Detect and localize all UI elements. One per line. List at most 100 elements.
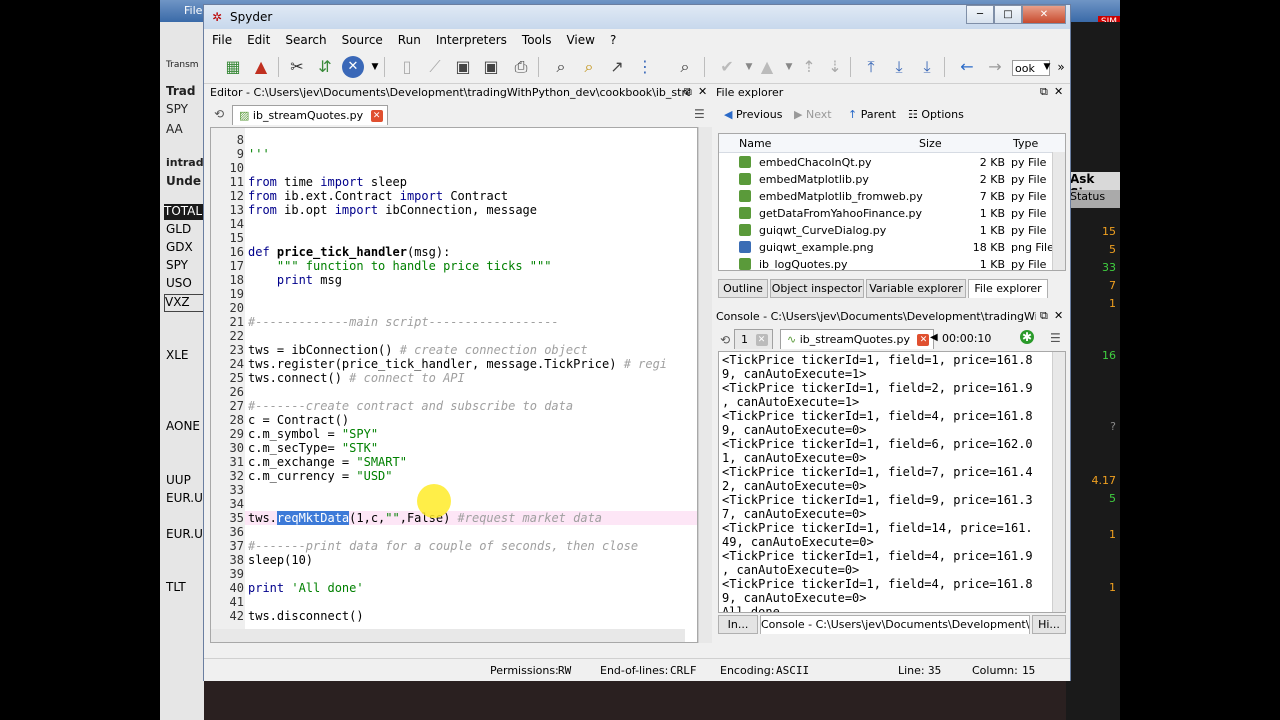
close-pane-icon[interactable]: ✕	[698, 85, 707, 98]
options-button[interactable]: ☷ Options	[908, 108, 964, 121]
console-tab-1[interactable]: 1 ✕	[734, 329, 773, 349]
next-warning-icon[interactable]: ⇣	[824, 56, 846, 78]
maximize-pane-icon[interactable]: ▲	[250, 56, 272, 78]
preferences-icon[interactable]: ✕	[342, 56, 364, 78]
source-icon[interactable]: ⋮	[634, 56, 656, 78]
vertical-scrollbar[interactable]	[698, 127, 712, 643]
console-tab-2[interactable]: ∿ ib_streamQuotes.py ✕	[780, 329, 935, 349]
find-icon[interactable]: ⌕	[550, 56, 572, 78]
scroll-tabs-left-icon[interactable]: ◀	[930, 332, 938, 343]
menu-edit[interactable]: Edit	[239, 29, 277, 49]
background-file-menu[interactable]: File	[184, 4, 202, 17]
warning-icon[interactable]: ▲	[756, 56, 778, 78]
goto-icon[interactable]: ↗	[606, 56, 628, 78]
find-replace-icon[interactable]: ⌕	[578, 56, 600, 78]
tab-variable-explorer[interactable]: Variable explorer	[866, 279, 966, 298]
close-tab-icon[interactable]: ✕	[755, 334, 768, 346]
next-cursor-icon[interactable]: ⤓	[916, 56, 938, 78]
save-all-icon[interactable]: ▣	[480, 56, 502, 78]
close-pane-icon[interactable]: ✕	[1054, 309, 1063, 322]
code-text: c.m_secType=	[248, 441, 342, 455]
menu-run[interactable]: Run	[390, 29, 428, 49]
file-list-scrollbar[interactable]	[1052, 152, 1065, 270]
options-menu-icon[interactable]: ☰	[694, 107, 705, 121]
overflow-icon[interactable]: »	[1050, 56, 1072, 78]
menu-source[interactable]: Source	[334, 29, 390, 49]
menu-search[interactable]: Search	[277, 29, 333, 49]
tab-object-inspector[interactable]: Object inspector	[770, 279, 864, 298]
tab-inspector[interactable]: In...	[718, 615, 758, 634]
file-row[interactable]: embedChacoInQt.py 2 KB py File	[719, 154, 1053, 171]
console-output[interactable]: <TickPrice tickerId=1, field=1, price=16…	[718, 351, 1066, 613]
chevron-down-icon[interactable]: ▼	[364, 56, 386, 78]
file-row[interactable]: guiqwt_CurveDialog.py 1 KB py File	[719, 222, 1053, 239]
file-row[interactable]: embedMatplotlib.py 2 KB py File	[719, 171, 1053, 188]
maximize-button[interactable]: □	[994, 5, 1022, 24]
menu-interpreters[interactable]: Interpreters	[428, 29, 514, 49]
last-edit-icon[interactable]: ⤒	[860, 56, 882, 78]
browse-tabs-icon[interactable]: ⟲	[720, 333, 730, 347]
console-line: <TickPrice tickerId=1, field=7, price=16…	[722, 465, 1033, 479]
file-row[interactable]: ib_logQuotes.py 1 KB py File	[719, 256, 1053, 270]
browse-tabs-icon[interactable]: ⟲	[214, 107, 224, 121]
console-line: <TickPrice tickerId=1, field=4, price=16…	[722, 577, 1033, 591]
options-menu-icon[interactable]: ☰	[1050, 331, 1061, 345]
open-file-icon[interactable]: ⟋	[424, 56, 446, 78]
line-number: 24	[229, 357, 244, 371]
save-icon[interactable]: ▣	[452, 56, 474, 78]
chevron-down-icon[interactable]: ▼	[778, 56, 800, 78]
column-name[interactable]: Name	[739, 137, 771, 150]
path-manager-icon[interactable]: ⇵	[314, 56, 336, 78]
console-line: 49, canAutoExecute=0>	[722, 535, 874, 549]
tab-outline[interactable]: Outline	[718, 279, 768, 298]
file-row[interactable]: getDataFromYahooFinance.py 1 KB py File	[719, 205, 1053, 222]
menu-view[interactable]: View	[558, 29, 601, 49]
background-label: Trad	[166, 84, 196, 98]
tab-console[interactable]: Console - C:\Users\jev\Documents\Develop…	[760, 615, 1030, 634]
code-docstring: """ function to handle price ticks """	[276, 259, 552, 273]
file-row[interactable]: embedMatplotlib_fromweb.py 7 KB py File	[719, 188, 1053, 205]
next-button[interactable]: ▶ Next	[794, 108, 832, 121]
code-editor[interactable]: 8 9 10 11 12 13 14 15 16 17 18 19 20 21 22 23 24 25 26 27 28…	[210, 127, 698, 643]
previous-warning-icon[interactable]: ⇡	[798, 56, 820, 78]
print-icon[interactable]: ⎙	[510, 56, 532, 78]
tab-history[interactable]: Hi...	[1032, 615, 1066, 634]
undock-icon[interactable]: ⧉	[1040, 85, 1048, 99]
run-status-icon[interactable]: ✱	[1020, 330, 1034, 344]
menu-file[interactable]: File	[204, 29, 239, 49]
close-tab-icon[interactable]: ✕	[917, 334, 930, 346]
check-icon[interactable]: ✔	[716, 56, 738, 78]
debug-icon[interactable]: ⌕	[674, 56, 696, 78]
console-scrollbar[interactable]	[1052, 352, 1065, 612]
run-file-icon[interactable]: ▦	[222, 56, 244, 78]
background-value: 5	[1109, 243, 1116, 256]
code-keyword: import	[334, 203, 379, 217]
forward-arrow-icon[interactable]: →	[984, 56, 1006, 78]
tools-icon[interactable]: ✂	[286, 56, 308, 78]
line-number: 11	[229, 175, 244, 189]
parent-button[interactable]: ↑ Parent	[848, 108, 896, 121]
background-label: AA	[166, 122, 183, 136]
new-file-icon[interactable]: ▯	[396, 56, 418, 78]
line-number: 42	[229, 609, 244, 623]
minimize-button[interactable]: ─	[966, 5, 994, 24]
column-type[interactable]: Type	[1013, 137, 1038, 150]
tab-file-explorer[interactable]: File explorer	[968, 279, 1048, 298]
column-size[interactable]: Size	[919, 137, 942, 150]
editor-tab[interactable]: ▨ ib_streamQuotes.py ✕	[232, 105, 388, 125]
close-tab-icon[interactable]: ✕	[370, 110, 383, 122]
undock-icon[interactable]: ⧉	[1040, 309, 1048, 323]
line-number: 21	[229, 315, 244, 329]
file-row[interactable]: guiqwt_example.png 18 KB png File	[719, 239, 1054, 256]
line-value: 35	[928, 664, 942, 677]
undock-icon[interactable]: ⧉	[684, 85, 692, 99]
previous-button[interactable]: ◀ Previous	[724, 108, 782, 121]
code-text: c.m_currency =	[248, 469, 357, 483]
back-arrow-icon[interactable]: ←	[956, 56, 978, 78]
close-pane-icon[interactable]: ✕	[1054, 85, 1063, 98]
menu-tools[interactable]: Tools	[514, 29, 559, 49]
horizontal-scrollbar[interactable]	[211, 629, 685, 642]
close-window-button[interactable]: ✕	[1022, 5, 1066, 24]
previous-cursor-icon[interactable]: ⤓	[888, 56, 910, 78]
menu-help[interactable]: ?	[602, 29, 623, 49]
